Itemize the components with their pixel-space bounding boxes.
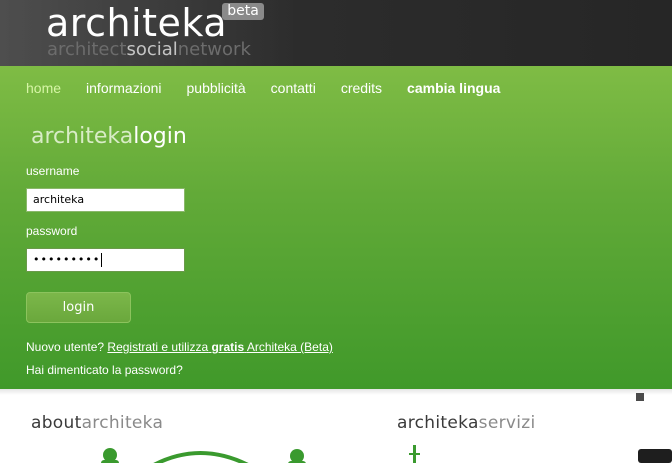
username-input[interactable]: architeka — [26, 188, 185, 212]
login-panel: home informazioni pubblicità contatti cr… — [0, 66, 672, 389]
site-header: architeka beta architectsocialnetwork — [0, 0, 672, 66]
info-sections: aboutarchiteka architekaservizi — [0, 389, 672, 463]
beta-badge: beta — [222, 3, 264, 20]
password-value: ••••••••• — [33, 253, 101, 266]
new-user-line: Nuovo utente? Registrati e utilizza grat… — [26, 340, 333, 354]
password-label: password — [26, 224, 78, 238]
register-link-text-2: Architeka (Beta) — [246, 340, 333, 354]
forgot-password-link[interactable]: Hai dimenticato la password? — [26, 363, 183, 377]
register-link[interactable]: Registrati e utilizza gratis Architeka (… — [107, 340, 332, 354]
person-icon-right — [288, 449, 306, 463]
new-user-prefix: Nuovo utente? — [26, 340, 105, 354]
tower-icon — [409, 445, 420, 463]
register-link-text-1: Registrati e utilizza — [107, 340, 209, 354]
login-title-word: login — [133, 124, 187, 149]
text-caret — [101, 253, 103, 267]
login-title: architekalogin — [31, 123, 187, 151]
register-link-bold: gratis — [211, 340, 245, 354]
network-illustration — [101, 445, 420, 463]
nav-informazioni[interactable]: informazioni — [86, 80, 161, 96]
nav-home[interactable]: home — [26, 80, 61, 96]
main-nav: home informazioni pubblicità contatti cr… — [26, 80, 525, 96]
device-illustration — [636, 393, 672, 463]
arc-icon — [153, 451, 249, 463]
person-icon-left — [101, 448, 119, 463]
nav-contatti[interactable]: contatti — [271, 80, 316, 96]
logo-tagline: architectsocialnetwork — [47, 40, 251, 60]
tagline-architect: architect — [47, 39, 127, 60]
nav-credits[interactable]: credits — [341, 80, 382, 96]
username-label: username — [26, 164, 80, 178]
login-button[interactable]: login — [26, 292, 131, 323]
password-input[interactable]: ••••••••• — [26, 248, 185, 272]
nav-cambia-lingua[interactable]: cambia lingua — [407, 80, 500, 96]
tagline-social: social — [126, 39, 178, 60]
tagline-network: network — [177, 39, 251, 60]
login-title-brand: architeka — [31, 124, 134, 149]
nav-pubblicita[interactable]: pubblicità — [187, 80, 246, 96]
username-value: architeka — [33, 193, 85, 206]
